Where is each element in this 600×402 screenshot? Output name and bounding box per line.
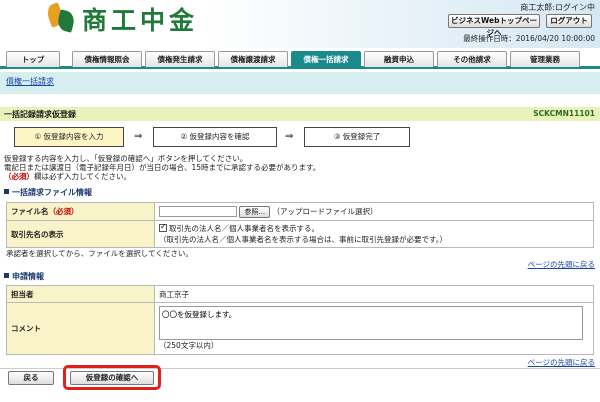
step-arrow-icon: ⇒ [134, 131, 143, 142]
main-nav: トップ 債権情報照会 債権発生請求 債権譲渡請求 債権一括請求 融資申込 その他… [0, 51, 600, 69]
file-section-heading-text: 一括請求ファイル情報 [12, 188, 92, 197]
person-value: 商工京子 [154, 285, 594, 303]
page-top-link[interactable]: ページの先頭に戻る [528, 357, 595, 368]
step-complete: ③ 仮登録完了 [304, 127, 410, 147]
display-partner-note: （取引先の法人名／個人事業者名を表示する場合は、事前に取引先登録が必要です。） [159, 235, 447, 244]
tab-credit-info[interactable]: 債権情報照会 [72, 51, 142, 67]
display-partner-checkbox-label: 取引先の法人名／個人事業者名を表示する。 [169, 224, 319, 233]
square-bullet-icon [4, 273, 9, 278]
confirm-button-highlight [63, 365, 161, 390]
comment-textarea[interactable] [159, 306, 583, 340]
page-title-bar: 一括記録請求仮登録 SCKCMN11101 [0, 107, 600, 121]
file-section-heading: 一括請求ファイル情報 [4, 187, 92, 198]
step-confirm: ② 仮登録内容を確認 [153, 127, 277, 147]
header: 商工中金 商工太郎:ログイン中 ビジネスWebトップページへ ログアウト 最終操… [0, 0, 600, 48]
comment-label: コメント [6, 302, 155, 355]
instruction-line: （必須）欄は必ず入力してください。 [4, 172, 320, 181]
file-path-input[interactable] [159, 206, 237, 217]
display-partner-checkbox[interactable] [159, 222, 167, 232]
instructions: 仮登録する内容を入力し、「仮登録の確認へ」ボタンを押してください。 電記日または… [4, 154, 320, 181]
last-operation-time: 最終操作日時：2016/04/20 10:00:00 [463, 34, 595, 43]
logo-text: 商工中金 [82, 6, 199, 35]
logout-button[interactable]: ログアウト [546, 14, 592, 28]
square-bullet-icon [4, 189, 9, 194]
back-button[interactable]: 戻る [8, 371, 54, 385]
file-name-label: ファイル名（必須） [6, 202, 155, 221]
required-mark: （必須） [4, 172, 34, 181]
tab-credit-transfer[interactable]: 債権譲渡請求 [218, 51, 288, 67]
instruction-line: 電記日または譲渡日（電子記録年月日）が当日の場合、15時までに承認する必要があり… [4, 163, 321, 172]
browse-button[interactable]: 参照... [239, 205, 271, 218]
request-section-heading: 申請情報 [4, 271, 44, 282]
char-limit-note: （250文字以内） [159, 341, 219, 350]
biz-web-top-button[interactable]: ビジネスWebトップページへ [448, 14, 540, 37]
tab-other-request[interactable]: その他請求 [437, 51, 507, 67]
page-top-link[interactable]: ページの先頭に戻る [528, 259, 595, 270]
user-status: 商工太郎:ログイン中 [520, 3, 595, 12]
page-title: 一括記録請求仮登録 [4, 110, 76, 119]
tab-management[interactable]: 管理業務 [510, 51, 580, 67]
file-name-label-text: ファイル名 [11, 207, 49, 216]
file-name-cell: 参照... （アップロードファイル選択） [154, 202, 594, 221]
logo-mark-icon [40, 2, 80, 36]
required-mark: （必須） [48, 207, 79, 216]
person-label: 担当者 [6, 285, 155, 303]
step-arrow-icon: ⇒ [285, 131, 294, 142]
tab-top[interactable]: トップ [6, 51, 60, 67]
step-input: ① 仮登録内容を入力 [14, 127, 124, 147]
request-info-table: 担当者 商工京子 コメント （250文字以内） [6, 285, 594, 355]
file-info-table: ファイル名（必須） 参照... （アップロードファイル選択） 取引先名の表示 取… [6, 202, 594, 248]
display-partner-cell: 取引先の法人名／個人事業者名を表示する。 （取引先の法人名／個人事業者名を表示す… [154, 220, 594, 248]
sub-nav: 債権一括請求 [0, 72, 600, 94]
tab-bulk-request[interactable]: 債権一括請求 [291, 51, 361, 67]
comment-cell: （250文字以内） [154, 302, 594, 355]
instruction-line: 仮登録する内容を入力し、「仮登録の確認へ」ボタンを押してください。 [4, 154, 248, 163]
tab-credit-issue[interactable]: 債権発生請求 [145, 51, 215, 67]
approver-note: 承認者を選択してから、ファイルを選択してください。 [6, 249, 193, 258]
logo: 商工中金 [40, 2, 198, 36]
instruction-text: 欄は必ず入力してください。 [34, 172, 132, 181]
sub-nav-bulk-request-link[interactable]: 債権一括請求 [6, 76, 54, 87]
screen-code: SCKCMN11101 [533, 109, 595, 118]
request-section-heading-text: 申請情報 [12, 272, 44, 281]
upload-note: （アップロードファイル選択） [272, 206, 378, 216]
tab-loan[interactable]: 融資申込 [364, 51, 434, 67]
display-partner-label: 取引先名の表示 [6, 220, 155, 248]
